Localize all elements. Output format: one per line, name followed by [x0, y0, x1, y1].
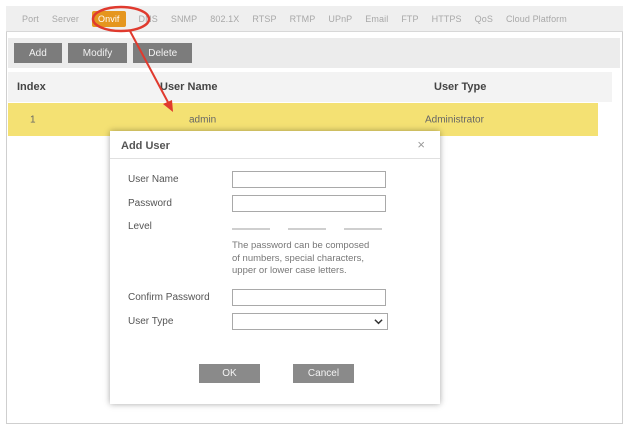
dialog-title: Add User: [121, 140, 170, 152]
password-strength-bar-strong: [344, 228, 382, 230]
tab-dns[interactable]: DNS: [139, 14, 158, 24]
tab-qos[interactable]: QoS: [475, 14, 493, 24]
tab-snmp[interactable]: SNMP: [171, 14, 197, 24]
confirm-password-input[interactable]: [232, 289, 386, 306]
cell-user-type: Administrator: [425, 114, 484, 125]
password-strength-bar-medium: [288, 228, 326, 230]
cell-user-name: admin: [189, 114, 217, 125]
password-strength-bar-weak: [232, 228, 270, 230]
password-hint-line: upper or lower case letters.: [232, 265, 347, 276]
tab-cloud-platform[interactable]: Cloud Platform: [506, 14, 567, 24]
password-hint-line: The password can be composed: [232, 240, 370, 251]
column-header-user-type: User Type: [434, 81, 487, 93]
delete-button[interactable]: Delete: [133, 43, 193, 63]
dialog-header: Add User ×: [110, 131, 440, 159]
close-icon[interactable]: ×: [417, 137, 425, 152]
cancel-button[interactable]: Cancel: [293, 364, 354, 383]
table-header: Index User Name User Type: [8, 72, 612, 102]
password-hint-line: of numbers, special characters,: [232, 252, 365, 264]
user-name-label: User Name: [128, 174, 179, 185]
level-label: Level: [128, 221, 152, 232]
tab-server[interactable]: Server: [52, 14, 79, 24]
tab-rtsp[interactable]: RTSP: [252, 14, 276, 24]
chevron-down-icon: [374, 319, 383, 325]
add-button[interactable]: Add: [14, 43, 62, 63]
column-header-user-name: User Name: [160, 81, 218, 93]
password-input[interactable]: [232, 195, 386, 212]
cell-index: 1: [30, 114, 36, 125]
user-type-select[interactable]: [232, 313, 388, 330]
column-header-index: Index: [17, 81, 46, 93]
tab-email[interactable]: Email: [365, 14, 388, 24]
add-user-dialog: Add User × User Name Password Level The …: [110, 131, 440, 404]
user-name-input[interactable]: [232, 171, 386, 188]
confirm-password-label: Confirm Password: [128, 292, 210, 303]
toolbar: Add Modify Delete: [8, 38, 620, 68]
tab-8021x[interactable]: 802.1X: [210, 14, 239, 24]
user-type-value: [233, 319, 236, 330]
modify-button[interactable]: Modify: [67, 43, 128, 63]
tab-bar: Port Server Onvif DNS SNMP 802.1X RTSP R…: [6, 6, 623, 32]
tab-upnp[interactable]: UPnP: [328, 14, 352, 24]
user-type-label: User Type: [128, 316, 174, 327]
tab-https[interactable]: HTTPS: [432, 14, 462, 24]
password-hint: The password can be composed of numbers,…: [232, 240, 407, 278]
password-label: Password: [128, 198, 172, 209]
tab-port[interactable]: Port: [22, 14, 39, 24]
tab-ftp[interactable]: FTP: [401, 14, 418, 24]
tab-rtmp[interactable]: RTMP: [290, 14, 316, 24]
ok-button[interactable]: OK: [199, 364, 260, 383]
tab-onvif[interactable]: Onvif: [92, 10, 126, 27]
